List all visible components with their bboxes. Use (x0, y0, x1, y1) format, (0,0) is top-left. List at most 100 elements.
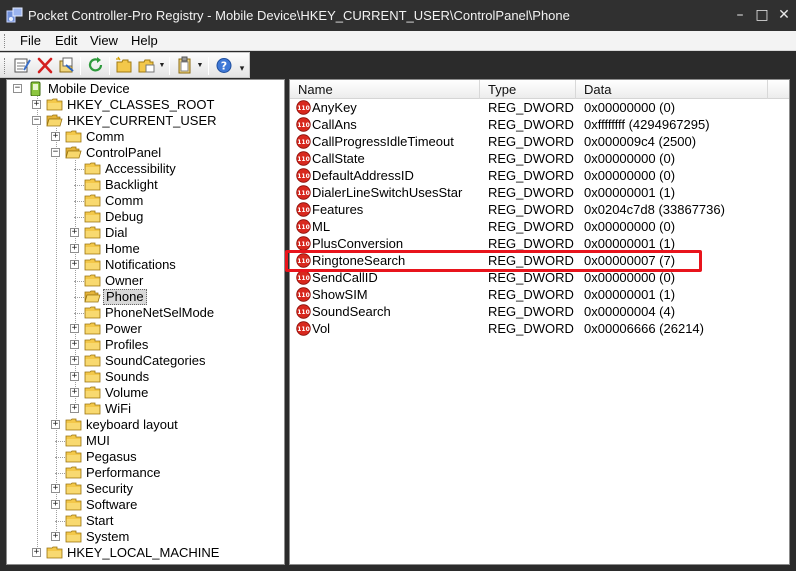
list-row[interactable]: 110 SoundSearch REG_DWORD 0x00000004 (4) (290, 303, 770, 320)
expand-icon[interactable]: + (70, 356, 79, 365)
tree-node[interactable]: + Sounds (7, 369, 284, 385)
tree-node[interactable]: + Software (7, 497, 284, 513)
tree-node-label[interactable]: Phone (103, 289, 147, 305)
expand-icon[interactable]: + (70, 404, 79, 413)
tree-node[interactable]: + Dial (7, 225, 284, 241)
tree-node[interactable]: + WiFi (7, 401, 284, 417)
tree-node-label[interactable]: SoundCategories (103, 353, 207, 369)
tree-node-label[interactable]: Performance (84, 465, 162, 481)
tree-node[interactable]: + Volume (7, 385, 284, 401)
expand-icon[interactable]: + (70, 372, 79, 381)
tree-node[interactable]: + Profiles (7, 337, 284, 353)
tree-node[interactable]: Start (7, 513, 284, 529)
tree-node[interactable]: + Notifications (7, 257, 284, 273)
collapse-icon[interactable]: − (32, 116, 41, 125)
menu-file[interactable]: File (18, 33, 43, 48)
tree-node-label[interactable]: Sounds (103, 369, 151, 385)
delete-icon[interactable] (35, 56, 55, 75)
tree-node-label[interactable]: WiFi (103, 401, 133, 417)
list-row[interactable]: 110 DialerLineSwitchUsesStar REG_DWORD 0x00… (290, 184, 770, 201)
tree-node-label[interactable]: ControlPanel (84, 145, 163, 161)
clipboard-icon[interactable] (175, 56, 195, 75)
collapse-icon[interactable]: − (13, 84, 22, 93)
chevron-down-icon[interactable]: ▼ (196, 56, 204, 75)
tree-node[interactable]: + System (7, 529, 284, 545)
tree-node-label[interactable]: Owner (103, 273, 145, 289)
tree-node[interactable]: − Mobile Device (7, 81, 284, 97)
list-row[interactable]: 110 Features REG_DWORD 0x0204c7d8 (33867736… (290, 201, 770, 218)
title-bar[interactable]: Pocket Controller-Pro Registry - Mobile … (0, 0, 796, 31)
list-row[interactable]: 110 DefaultAddressID REG_DWORD 0x00000000 (… (290, 167, 770, 184)
list-row[interactable]: 110 ShowSIM REG_DWORD 0x00000001 (1) (290, 286, 770, 303)
properties-icon[interactable] (12, 56, 32, 75)
tree-node-label[interactable]: Profiles (103, 337, 150, 353)
list-row-highlighted[interactable]: 110 RingtoneSearch REG_DWORD 0x00000007 (7) (290, 252, 770, 269)
tree-node[interactable]: Owner (7, 273, 284, 289)
tree-node[interactable]: − HKEY_CURRENT_USER (7, 113, 284, 129)
collapse-icon[interactable]: − (51, 148, 60, 157)
close-button[interactable]: ✕ (775, 6, 793, 24)
refresh-icon[interactable] (86, 56, 106, 75)
tree-node-label[interactable]: Software (84, 497, 139, 513)
list-row[interactable]: 110 AnyKey REG_DWORD 0x00000000 (0) (290, 99, 770, 116)
tree-node-label[interactable]: MUI (84, 433, 112, 449)
expand-icon[interactable]: + (70, 244, 79, 253)
registry-tree[interactable]: − Mobile Device + HKEY_CLASSES_ROOT − HKEY_CU… (6, 79, 285, 565)
expand-icon[interactable]: + (51, 132, 60, 141)
expand-icon[interactable]: + (51, 532, 60, 541)
list-row[interactable]: 110 CallAns REG_DWORD 0xffffffff (429496729… (290, 116, 770, 133)
tree-node-label[interactable]: Start (84, 513, 115, 529)
list-row[interactable]: 110 CallState REG_DWORD 0x00000000 (0) (290, 150, 770, 167)
tree-node-label[interactable]: Volume (103, 385, 150, 401)
tree-node[interactable]: MUI (7, 433, 284, 449)
tree-node-label[interactable]: System (84, 529, 131, 545)
tree-node[interactable]: + Home (7, 241, 284, 257)
menu-view[interactable]: View (88, 33, 120, 48)
column-header-type[interactable]: Type (480, 80, 576, 99)
toolbar-overflow-icon[interactable]: ▾ (238, 59, 246, 78)
expand-icon[interactable]: + (70, 340, 79, 349)
tree-node[interactable]: + Power (7, 321, 284, 337)
expand-icon[interactable]: + (70, 324, 79, 333)
tree-node[interactable]: Comm (7, 193, 284, 209)
list-row[interactable]: 110 CallProgressIdleTimeout REG_DWORD 0x000… (290, 133, 770, 150)
expand-icon[interactable]: + (51, 420, 60, 429)
tree-node-label[interactable]: HKEY_LOCAL_MACHINE (65, 545, 221, 561)
tree-node[interactable]: + Comm (7, 129, 284, 145)
menu-edit[interactable]: Edit (53, 33, 79, 48)
tree-node[interactable]: Phone (7, 289, 284, 305)
tree-node-label[interactable]: Comm (103, 193, 145, 209)
expand-icon[interactable]: + (32, 100, 41, 109)
list-row[interactable]: 110 ML REG_DWORD 0x00000000 (0) (290, 218, 770, 235)
tree-node-label[interactable]: HKEY_CLASSES_ROOT (65, 97, 216, 113)
expand-icon[interactable]: + (51, 500, 60, 509)
help-icon[interactable]: ? (214, 56, 234, 75)
tree-node-label[interactable]: Comm (84, 129, 126, 145)
tree-node[interactable]: Performance (7, 465, 284, 481)
tree-node-label[interactable]: Debug (103, 209, 145, 225)
maximize-button[interactable]: □ (753, 6, 771, 24)
menu-help[interactable]: Help (129, 33, 160, 48)
list-row[interactable]: 110 PlusConversion REG_DWORD 0x00000001 (1) (290, 235, 770, 252)
chevron-down-icon[interactable]: ▼ (158, 56, 166, 75)
tree-node-label[interactable]: Power (103, 321, 144, 337)
menu-grip[interactable] (4, 34, 7, 48)
tree-node-label[interactable]: Pegasus (84, 449, 139, 465)
minimize-button[interactable]: – (731, 6, 749, 24)
tree-node[interactable]: + keyboard layout (7, 417, 284, 433)
tree-node-label[interactable]: Dial (103, 225, 129, 241)
tree-node[interactable]: Debug (7, 209, 284, 225)
tree-node[interactable]: + SoundCategories (7, 353, 284, 369)
tree-node-label[interactable]: keyboard layout (84, 417, 180, 433)
tree-node-label[interactable]: Backlight (103, 177, 160, 193)
expand-icon[interactable]: + (70, 228, 79, 237)
tree-node[interactable]: + Security (7, 481, 284, 497)
export-icon[interactable] (57, 56, 77, 75)
tree-node-label[interactable]: HKEY_CURRENT_USER (65, 113, 219, 129)
expand-icon[interactable]: + (70, 388, 79, 397)
tree-node-label[interactable]: Home (103, 241, 142, 257)
tree-node-label[interactable]: Accessibility (103, 161, 178, 177)
values-list[interactable]: Name Type Data 110 AnyKey REG_DWORD 0x00000… (289, 79, 790, 565)
new-value-icon[interactable] (137, 56, 157, 75)
tree-node-label[interactable]: PhoneNetSelMode (103, 305, 216, 321)
